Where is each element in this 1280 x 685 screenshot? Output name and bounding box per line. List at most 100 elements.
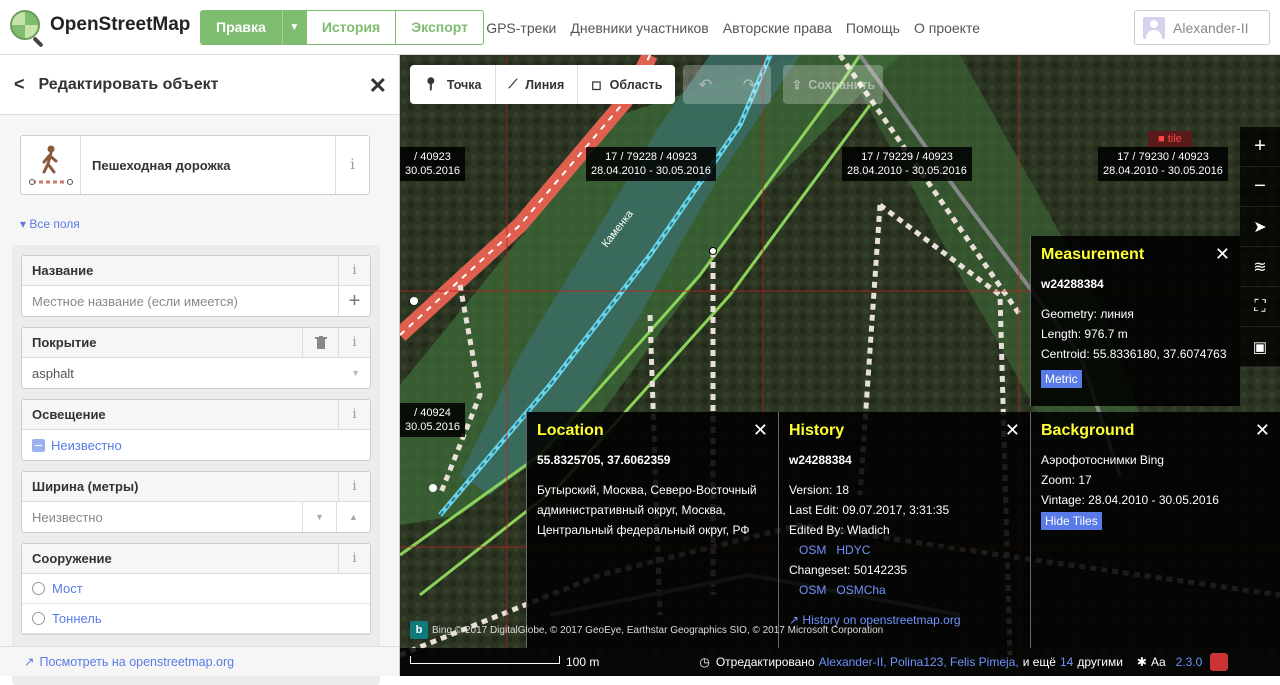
metric-toggle-button[interactable]: Metric xyxy=(1041,370,1082,388)
measurement-geometry: Geometry: линия xyxy=(1041,307,1134,321)
name-input[interactable]: Местное название (если имеется) + xyxy=(22,286,370,316)
undo-redo-group: ↶ ↷ xyxy=(683,65,772,104)
nav-gps-traces[interactable]: GPS-треки xyxy=(486,20,556,36)
info-icon[interactable]: i xyxy=(338,328,370,357)
panel-title: Background xyxy=(1041,422,1135,439)
info-icon[interactable]: i xyxy=(338,400,370,429)
map-footer: 100 m ◷ Отредактировано Alexander-II, Po… xyxy=(400,648,1280,676)
background-zoom: Zoom: 17 xyxy=(1041,473,1092,487)
redo-icon[interactable]: ↷ xyxy=(727,65,771,104)
close-icon[interactable]: ✕ xyxy=(1215,244,1230,265)
field-lit: Освещение i Неизвестно xyxy=(21,399,371,461)
help-icon[interactable]: ▣ xyxy=(1240,327,1280,367)
line-icon: ⟋ xyxy=(508,77,518,91)
map[interactable]: Каменка 📍︎ Точка ⟋ Линия ◻ Область ↶ ↷ ⇪ Сох… xyxy=(400,55,1280,676)
info-icon[interactable]: i xyxy=(335,136,369,194)
view-on-osm-label: Посмотреть на openstreetmap.org xyxy=(39,654,235,669)
changeset-osmcha-link[interactable]: OSMCha xyxy=(836,583,885,597)
trash-icon[interactable] xyxy=(302,328,338,357)
structure-option-tunnel[interactable]: Тоннель xyxy=(22,604,370,634)
info-icon[interactable]: i xyxy=(338,256,370,285)
add-area-button[interactable]: ◻ Область xyxy=(578,65,676,104)
lit-checkbox[interactable]: Неизвестно xyxy=(22,430,370,460)
export-button[interactable]: Экспорт xyxy=(396,10,485,45)
and-more-label: и ещё xyxy=(1022,655,1056,669)
map-data-icon[interactable]: ⛶ xyxy=(1240,287,1280,327)
more-editors-count[interactable]: 14 xyxy=(1060,655,1073,669)
view-on-osm-link[interactable]: ↗ Посмотреть на openstreetmap.org xyxy=(0,646,399,676)
zoom-out-icon[interactable]: − xyxy=(1240,167,1280,207)
translate-icon[interactable]: Aа xyxy=(1151,655,1166,669)
logo[interactable]: OpenStreetMap xyxy=(10,10,190,40)
field-structure-label: Сооружение xyxy=(32,551,112,566)
tile-tag: ■ tile xyxy=(1148,131,1192,147)
edit-dropdown-button[interactable]: ▼ xyxy=(281,10,306,45)
version-link[interactable]: 2.3.0 xyxy=(1176,655,1203,669)
caret-down-icon: ▼ xyxy=(289,22,300,33)
nav-help[interactable]: Помощь xyxy=(846,20,900,36)
all-fields-label: Все поля xyxy=(29,217,80,231)
issues-icon[interactable] xyxy=(1210,653,1229,671)
history-edited-by: Edited By: Wladich xyxy=(789,523,890,537)
panel-title: Location xyxy=(537,422,604,439)
add-icon[interactable]: + xyxy=(338,286,370,316)
undo-icon[interactable]: ↶ xyxy=(683,65,727,104)
user-hdyc-link[interactable]: HDYC xyxy=(836,543,870,557)
info-icon[interactable]: i xyxy=(338,544,370,573)
decrement-icon[interactable]: ▼ xyxy=(302,502,336,532)
geolocate-icon[interactable]: ➤ xyxy=(1240,207,1280,247)
field-width: Ширина (метры) i Неизвестно ▼ ▲ xyxy=(21,471,371,533)
nav-copyright[interactable]: Авторские права xyxy=(723,20,832,36)
surface-value: asphalt xyxy=(32,365,74,381)
bug-icon[interactable]: ✱ xyxy=(1137,655,1147,669)
hide-tiles-button[interactable]: Hide Tiles xyxy=(1041,512,1102,530)
nav-about[interactable]: О проекте xyxy=(914,20,980,36)
preset-selector[interactable]: Пешеходная дорожка i xyxy=(20,135,370,195)
background-panel: Background ✕ Аэрофотоснимки Bing Zoom: 1… xyxy=(1030,412,1280,648)
back-icon[interactable]: < xyxy=(14,74,25,95)
close-icon[interactable]: ✕ xyxy=(1255,420,1270,441)
scale-bar[interactable] xyxy=(410,656,560,664)
field-surface: Покрытие i asphalt ▼ xyxy=(21,327,371,389)
close-icon[interactable]: ✕ xyxy=(1005,420,1020,441)
history-last-edit: Last Edit: 09.07.2017, 3:31:35 xyxy=(789,503,950,517)
measurement-centroid: Centroid: 55.8336180, 37.6074763 xyxy=(1041,347,1227,361)
save-button[interactable]: ⇪ Сохранить xyxy=(783,65,884,104)
structure-option-bridge[interactable]: Мост xyxy=(22,574,370,604)
close-icon[interactable]: ✕ xyxy=(369,73,387,99)
sidebar: < Редактировать объект ✕ Пешеходная доро… xyxy=(0,55,400,685)
external-link-icon: ↗ xyxy=(24,655,35,669)
zoom-in-icon[interactable]: + xyxy=(1240,127,1280,167)
changeset-osm-link[interactable]: OSM xyxy=(799,583,826,597)
user-osm-link[interactable]: OSM xyxy=(799,543,826,557)
map-controls: + − ➤ ≋ ⛶ ▣ xyxy=(1240,127,1280,367)
close-icon[interactable]: ✕ xyxy=(753,420,768,441)
add-line-button[interactable]: ⟋ Линия xyxy=(495,65,579,104)
width-input[interactable]: Неизвестно ▼ ▲ xyxy=(22,502,370,532)
scale-label: 100 m xyxy=(566,655,600,669)
background-vintage: Vintage: 28.04.2010 - 30.05.2016 xyxy=(1041,493,1219,507)
nav-diaries[interactable]: Дневники участников xyxy=(570,20,708,36)
save-label: Сохранить xyxy=(808,77,876,92)
all-fields-toggle[interactable]: ▾ Все поля xyxy=(20,217,80,231)
bing-logo-icon: b xyxy=(410,621,428,639)
info-icon[interactable]: i xyxy=(338,472,370,501)
top-nav: GPS-треки Дневники участников Авторские … xyxy=(486,20,980,36)
edit-button[interactable]: Правка xyxy=(200,10,282,45)
tile-label: 17 / 79228 / 40923 28.04.2010 - 30.05.201… xyxy=(586,147,716,181)
user-menu[interactable]: Alexander-II xyxy=(1134,10,1270,45)
option-label: Тоннель xyxy=(52,611,102,626)
increment-icon[interactable]: ▲ xyxy=(336,502,370,532)
upload-icon: ⇪ xyxy=(791,78,803,92)
layers-icon[interactable]: ≋ xyxy=(1240,247,1280,287)
add-point-button[interactable]: 📍︎ Точка xyxy=(410,65,496,104)
history-button[interactable]: История xyxy=(305,10,397,45)
imagery-attribution[interactable]: b Bing © 2017 DigitalGlobe, © 2017 GeoEy… xyxy=(410,621,883,639)
attribution-text: Bing © 2017 DigitalGlobe, © 2017 GeoEye,… xyxy=(432,624,884,636)
surface-combo[interactable]: asphalt ▼ xyxy=(22,358,370,388)
panel-title: Measurement xyxy=(1041,246,1145,263)
editor-links[interactable]: Alexander-II, Polina123, Felis Pimeja, xyxy=(819,655,1019,669)
history-version: Version: 18 xyxy=(789,483,850,497)
add-area-label: Область xyxy=(609,77,663,92)
field-lit-label: Освещение xyxy=(32,407,106,422)
